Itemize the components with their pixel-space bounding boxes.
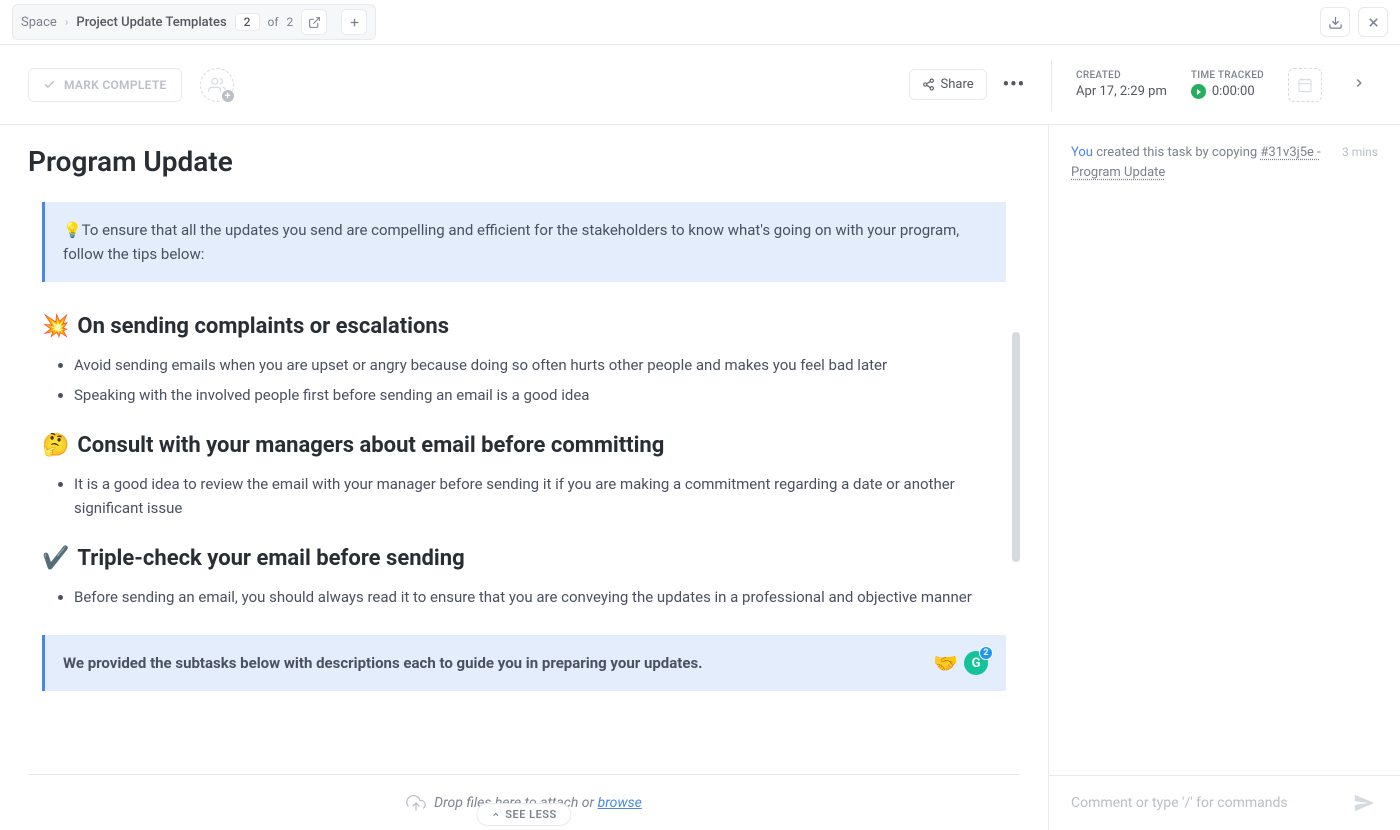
bullet-list-2: Before sending an email, you should alwa… (42, 585, 1006, 609)
add-date-button[interactable] (1288, 68, 1322, 102)
activity-time: 3 mins (1342, 143, 1378, 182)
header-left: MARK COMPLETE + (28, 68, 234, 102)
send-icon[interactable] (1350, 792, 1378, 814)
check-icon (43, 78, 56, 91)
activity-actor: You (1071, 145, 1093, 160)
plus-icon: + (221, 89, 235, 103)
chevron-right-icon (1352, 76, 1366, 90)
page-of-label: of (268, 15, 279, 29)
top-bar: Space › Project Update Templates 2 of 2 (0, 0, 1400, 45)
section-heading-text: Consult with your managers about email b… (77, 433, 664, 458)
time-tracked-text: 0:00:00 (1212, 84, 1255, 99)
footer-callout-text: We provided the subtasks below with desc… (63, 654, 703, 672)
cloud-upload-icon (406, 793, 426, 813)
bullet-list-1: It is a good idea to review the email wi… (42, 472, 1006, 520)
activity-text: You created this task by copying #31v3j5… (1071, 143, 1332, 182)
share-label: Share (941, 77, 974, 92)
section-heading-text: Triple-check your email before sending (77, 546, 464, 571)
breadcrumb-root[interactable]: Space (21, 15, 57, 30)
browse-link[interactable]: browse (598, 795, 642, 811)
created-value: Apr 17, 2:29 pm (1076, 84, 1167, 99)
header-meta: CREATED Apr 17, 2:29 pm TIME TRACKED 0:0… (1051, 59, 1372, 111)
section-heading-0[interactable]: 💥 On sending complaints or escalations (42, 314, 1006, 339)
comment-box[interactable]: Comment or type '/' for commands (1049, 775, 1400, 830)
list-item[interactable]: Before sending an email, you should alwa… (74, 585, 1006, 609)
page-title[interactable]: Program Update (28, 145, 1020, 178)
add-button[interactable] (341, 9, 367, 35)
comment-placeholder: Comment or type '/' for commands (1071, 795, 1288, 811)
grammarly-badge[interactable]: G 2 (964, 651, 988, 675)
content-pane: Program Update 💡To ensure that all the u… (0, 125, 1048, 830)
activity-pane: You created this task by copying #31v3j5… (1048, 125, 1400, 830)
main-split: Program Update 💡To ensure that all the u… (0, 125, 1400, 830)
handshake-icon: 🤝 (933, 651, 958, 675)
emoji-icon: 🤔 (42, 433, 69, 458)
header-toolbar: MARK COMPLETE + Share ••• CREATED Apr 17… (0, 45, 1400, 125)
close-button[interactable] (1358, 7, 1388, 37)
activity-action: created this task by copying (1093, 145, 1260, 160)
emoji-icon: 💥 (42, 314, 69, 339)
mark-complete-label: MARK COMPLETE (64, 78, 167, 92)
section-heading-text: On sending complaints or escalations (77, 314, 449, 339)
add-assignee-button[interactable]: + (200, 68, 234, 102)
section-heading-2[interactable]: ✔️ Triple-check your email before sendin… (42, 546, 1006, 571)
activity-entry: You created this task by copying #31v3j5… (1071, 143, 1378, 182)
breadcrumb: Space › Project Update Templates 2 of 2 (12, 4, 376, 40)
time-tracked-value[interactable]: 0:00:00 (1191, 84, 1264, 99)
footer-emojis: 🤝 G 2 (933, 651, 988, 675)
chevron-right-icon: › (65, 15, 69, 29)
see-less-button[interactable]: SEE LESS (476, 803, 571, 826)
list-item[interactable]: Avoid sending emails when you are upset … (74, 353, 1006, 377)
page-total-label: 2 (287, 15, 294, 29)
created-label: CREATED (1076, 70, 1167, 81)
content-body: 💡To ensure that all the updates you send… (28, 202, 1020, 774)
intro-callout[interactable]: 💡To ensure that all the updates you send… (42, 202, 1006, 282)
page-current-badge: 2 (235, 13, 260, 31)
see-less-label: SEE LESS (505, 808, 556, 821)
more-menu-button[interactable]: ••• (1003, 74, 1025, 95)
mark-complete-button[interactable]: MARK COMPLETE (28, 68, 182, 102)
bullet-list-0: Avoid sending emails when you are upset … (42, 353, 1006, 407)
topbar-actions (1320, 7, 1388, 37)
scrollbar-thumb[interactable] (1012, 332, 1020, 562)
play-icon[interactable] (1191, 84, 1206, 99)
created-block: CREATED Apr 17, 2:29 pm (1076, 70, 1167, 99)
badge-count: 2 (979, 646, 993, 660)
list-item[interactable]: Speaking with the involved people first … (74, 383, 1006, 407)
emoji-icon: ✔️ (42, 546, 69, 571)
expand-sidebar-button[interactable] (1346, 69, 1372, 100)
footer-callout[interactable]: We provided the subtasks below with desc… (42, 635, 1006, 691)
open-external-icon[interactable] (301, 9, 327, 35)
download-button[interactable] (1320, 7, 1350, 37)
share-icon (922, 78, 935, 91)
time-tracked-block: TIME TRACKED 0:00:00 (1191, 70, 1264, 99)
section-heading-1[interactable]: 🤔 Consult with your managers about email… (42, 433, 1006, 458)
chevron-up-icon (491, 810, 500, 819)
share-button[interactable]: Share (909, 69, 987, 100)
list-item[interactable]: It is a good idea to review the email wi… (74, 472, 1006, 520)
header-right: Share ••• CREATED Apr 17, 2:29 pm TIME T… (909, 59, 1373, 111)
calendar-icon (1297, 77, 1313, 93)
time-tracked-label: TIME TRACKED (1191, 70, 1264, 81)
breadcrumb-current[interactable]: Project Update Templates (76, 15, 226, 30)
